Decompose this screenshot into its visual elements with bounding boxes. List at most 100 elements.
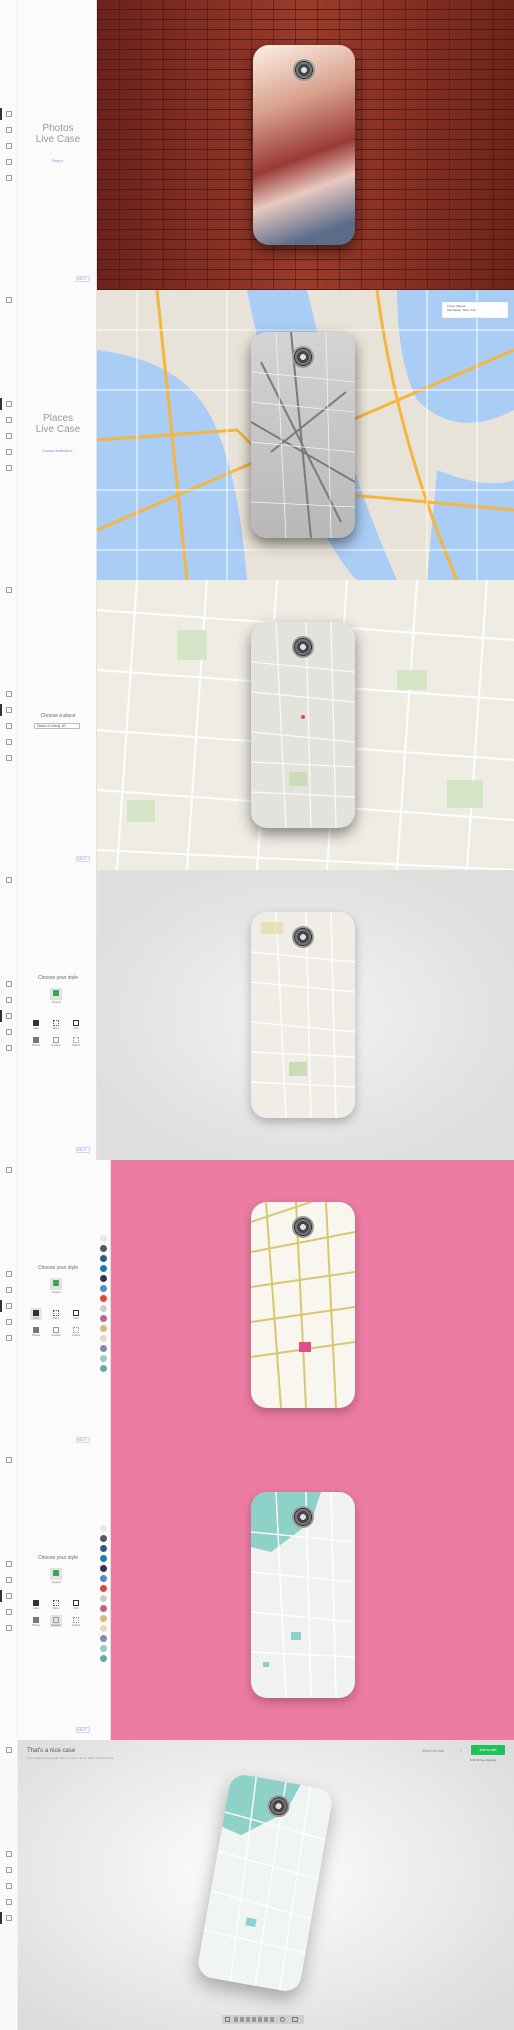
color-swatch[interactable] bbox=[100, 1595, 107, 1602]
style-grid-option[interactable]: Grid bbox=[70, 1308, 82, 1320]
cart-icon[interactable] bbox=[6, 755, 12, 761]
style-rotated[interactable]: Rotated bbox=[50, 1615, 62, 1627]
menu-icon[interactable] bbox=[6, 587, 12, 593]
style-rotated[interactable]: Rotated bbox=[50, 1035, 62, 1047]
color-swatch[interactable] bbox=[100, 1235, 107, 1242]
style-original[interactable]: Original bbox=[50, 1278, 62, 1294]
map-icon[interactable] bbox=[6, 127, 12, 133]
style-atlas[interactable]: Atlas bbox=[30, 1598, 42, 1610]
share-icon[interactable]: ‹ bbox=[460, 1748, 462, 1754]
photo-icon[interactable] bbox=[6, 401, 12, 407]
color-swatch[interactable] bbox=[100, 1525, 107, 1532]
color-swatch[interactable] bbox=[100, 1635, 107, 1642]
layers-icon[interactable] bbox=[6, 159, 12, 165]
photo-icon[interactable] bbox=[6, 691, 12, 697]
map-icon[interactable] bbox=[6, 417, 12, 423]
color-swatch[interactable] bbox=[100, 1275, 107, 1282]
color-swatch[interactable] bbox=[100, 1255, 107, 1262]
style-pillows[interactable]: Pillows bbox=[30, 1325, 42, 1337]
color-swatch[interactable] bbox=[100, 1585, 107, 1592]
style-original[interactable]: Original bbox=[50, 988, 62, 1004]
menu-icon[interactable] bbox=[6, 1457, 12, 1463]
color-swatch[interactable] bbox=[100, 1645, 107, 1652]
style-outline[interactable]: Outline bbox=[70, 1615, 82, 1627]
brush-icon[interactable] bbox=[6, 723, 12, 729]
color-swatch[interactable] bbox=[100, 1265, 107, 1272]
layers-icon[interactable] bbox=[6, 1029, 12, 1035]
color-swatch[interactable] bbox=[100, 1565, 107, 1572]
layers-icon[interactable] bbox=[6, 1319, 12, 1325]
color-swatch[interactable] bbox=[100, 1615, 107, 1622]
brush-icon[interactable] bbox=[6, 1013, 12, 1019]
next-button[interactable]: NEXT › bbox=[76, 856, 90, 862]
style-metro[interactable]: Metro bbox=[50, 1308, 62, 1320]
color-swatch[interactable] bbox=[100, 1535, 107, 1542]
menu-icon[interactable] bbox=[6, 877, 12, 883]
photo-icon[interactable] bbox=[6, 1851, 12, 1857]
thumbnail-strip[interactable] bbox=[234, 2017, 274, 2022]
shop-link[interactable]: Shop it › bbox=[22, 159, 94, 163]
photo-icon[interactable] bbox=[6, 111, 12, 117]
rotate-icon[interactable] bbox=[225, 2017, 230, 2022]
menu-icon[interactable] bbox=[6, 1167, 12, 1173]
style-outline[interactable]: Outline bbox=[70, 1035, 82, 1047]
map-icon[interactable] bbox=[6, 1577, 12, 1583]
color-swatch[interactable] bbox=[100, 1295, 107, 1302]
map-icon[interactable] bbox=[6, 997, 12, 1003]
photo-icon[interactable] bbox=[6, 1271, 12, 1277]
next-button[interactable]: NEXT › bbox=[76, 1147, 90, 1153]
color-swatch[interactable] bbox=[100, 1625, 107, 1632]
cart-icon[interactable] bbox=[6, 1625, 12, 1631]
cart-icon[interactable] bbox=[6, 175, 12, 181]
style-outline[interactable]: Outline bbox=[70, 1325, 82, 1337]
brush-icon[interactable] bbox=[6, 1303, 12, 1309]
style-grid-option[interactable]: Grid bbox=[70, 1598, 82, 1610]
color-swatch[interactable] bbox=[100, 1305, 107, 1312]
place-select[interactable]: Statue of Liberty, NY bbox=[34, 723, 80, 729]
map-icon[interactable] bbox=[6, 1867, 12, 1873]
style-metro[interactable]: Metro bbox=[50, 1598, 62, 1610]
style-pillows[interactable]: Pillows bbox=[30, 1035, 42, 1047]
map-icon[interactable] bbox=[6, 707, 12, 713]
color-swatch[interactable] bbox=[100, 1285, 107, 1292]
style-rotated[interactable]: Rotated bbox=[50, 1325, 62, 1337]
add-to-cart-button[interactable]: Add to cart bbox=[471, 1745, 505, 1755]
brush-icon[interactable] bbox=[6, 1593, 12, 1599]
next-button[interactable]: NEXT › bbox=[76, 1727, 90, 1733]
zoom-icon[interactable] bbox=[280, 2017, 285, 2022]
color-swatch[interactable] bbox=[100, 1545, 107, 1552]
layers-icon[interactable] bbox=[6, 1899, 12, 1905]
color-swatch[interactable] bbox=[100, 1575, 107, 1582]
menu-icon[interactable] bbox=[6, 297, 12, 303]
brush-icon[interactable] bbox=[6, 433, 12, 439]
menu-icon[interactable] bbox=[6, 1747, 12, 1753]
color-swatch[interactable] bbox=[100, 1605, 107, 1612]
color-swatch[interactable] bbox=[100, 1325, 107, 1332]
cart-icon[interactable] bbox=[6, 1915, 12, 1921]
brush-icon[interactable] bbox=[6, 1883, 12, 1889]
layers-icon[interactable] bbox=[6, 449, 12, 455]
cart-icon[interactable] bbox=[6, 1335, 12, 1341]
style-grid-option[interactable]: Grid bbox=[70, 1018, 82, 1030]
style-original[interactable]: Original bbox=[50, 1568, 62, 1584]
layers-icon[interactable] bbox=[6, 739, 12, 745]
color-swatch[interactable] bbox=[100, 1245, 107, 1252]
color-swatch[interactable] bbox=[100, 1335, 107, 1342]
color-swatch[interactable] bbox=[100, 1655, 107, 1662]
photo-icon[interactable] bbox=[6, 981, 12, 987]
color-swatch[interactable] bbox=[100, 1555, 107, 1562]
layers-icon[interactable] bbox=[6, 1609, 12, 1615]
destination-link[interactable]: Choose destination › bbox=[22, 449, 94, 453]
style-atlas[interactable]: Atlas bbox=[30, 1308, 42, 1320]
style-pillows[interactable]: Pillows bbox=[30, 1615, 42, 1627]
map-icon[interactable] bbox=[6, 1287, 12, 1293]
style-metro[interactable]: Metro bbox=[50, 1018, 62, 1030]
color-swatch[interactable] bbox=[100, 1355, 107, 1362]
photo-icon[interactable] bbox=[6, 1561, 12, 1567]
style-atlas[interactable]: Atlas bbox=[30, 1018, 42, 1030]
share-link[interactable]: Share this case bbox=[422, 1749, 444, 1753]
color-swatch[interactable] bbox=[100, 1365, 107, 1372]
next-button[interactable]: NEXT › bbox=[76, 276, 90, 282]
fullscreen-icon[interactable] bbox=[292, 2017, 298, 2022]
color-swatch[interactable] bbox=[100, 1315, 107, 1322]
